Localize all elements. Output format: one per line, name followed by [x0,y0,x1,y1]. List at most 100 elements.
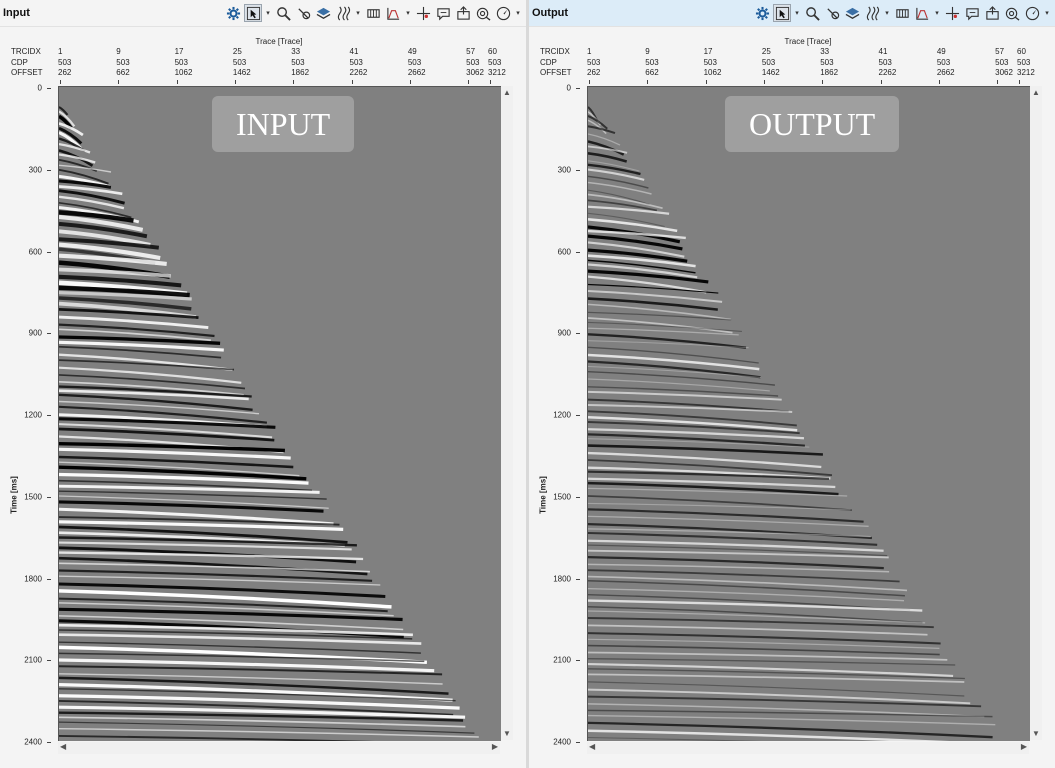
view-all-icon[interactable] [1003,4,1021,22]
wiggle-dropdown-icon[interactable]: ▾ [883,4,891,22]
reflection-event [59,575,381,586]
crosshair-icon[interactable] [943,4,961,22]
trace-axis-title: Trace [Trace] [255,37,303,46]
reflection-event [588,390,782,401]
scroll-right-icon[interactable]: ▶ [492,742,498,751]
wiggle-display-icon[interactable] [334,4,352,22]
header-row-labels: TRCIDX CDP OFFSET [540,47,572,79]
time-tick-label: 0 [37,83,42,93]
time-axis-title: Time [ms] [9,476,19,514]
seismic-section[interactable]: INPUT [58,86,501,741]
trace-tick-trcidx: 9 [116,47,121,56]
settings-icon[interactable] [753,4,771,22]
time-tick-mark [47,578,51,580]
vertical-scrollbar[interactable]: ▲ ▼ [501,86,513,740]
export-image-icon[interactable] [454,4,472,22]
trace-tick-mark [589,80,590,84]
trace-tick-mark [118,80,120,84]
trace-tick-offset: 1862 [820,68,839,77]
trace-tick-cdp: 503 [587,57,601,67]
wiggle-dropdown-icon[interactable]: ▾ [354,4,362,22]
scroll-right-icon[interactable]: ▶ [1021,742,1027,751]
navigation-icon[interactable] [1023,4,1041,22]
header-display-icon[interactable] [364,4,382,22]
pick-icon[interactable] [823,4,841,22]
trace-tick-trcidx: 41 [349,47,359,56]
trace-tick-cdp: 503 [878,57,892,67]
spectrum-dropdown-icon[interactable]: ▾ [933,4,941,22]
select-mode-icon[interactable] [773,4,791,22]
header-display-icon[interactable] [893,4,911,22]
scroll-left-icon[interactable]: ◀ [60,742,66,751]
reflection-event [588,370,775,386]
time-tick-mark [47,415,51,416]
vertical-scrollbar[interactable]: ▲ ▼ [1030,86,1042,740]
trace-tick-cdp: 503 [232,57,247,67]
trace-tick-cdp: 503 [995,57,1009,67]
time-axis: Time [ms] 0 300 600 900 1200 1500 1800 2100 2400 [529,80,585,750]
trace-tick-trcidx: 33 [291,47,301,56]
layers-icon[interactable] [314,4,332,22]
navigation-icon[interactable] [494,4,512,22]
wiggle-display-icon[interactable] [863,4,881,22]
time-tick-label: 1200 [553,410,571,420]
spectrum-dropdown-icon[interactable]: ▾ [404,4,412,22]
scroll-down-icon[interactable]: ▼ [503,729,511,738]
view-all-icon[interactable] [474,4,492,22]
reflection-event [588,555,884,570]
annotation-icon[interactable] [434,4,452,22]
navigation-dropdown-icon[interactable]: ▾ [1043,4,1051,22]
trace-tick-mark [490,80,491,84]
reflection-event [588,569,900,583]
reflection-event [588,709,993,718]
crosshair-icon[interactable] [414,4,432,22]
reflection-event [588,587,905,602]
zoom-icon[interactable] [803,4,821,22]
trace-tick-offset: 3212 [1017,68,1035,77]
zoom-icon[interactable] [274,4,292,22]
trace-axis-title: Trace [Trace] [784,37,832,46]
trace-tick-trcidx: 25 [232,47,242,56]
trace-tick-offset: 1862 [291,68,310,77]
trace-tick-trcidx: 41 [878,47,888,56]
trace-tick-offset: 262 [587,68,601,77]
select-mode-dropdown-icon[interactable]: ▾ [793,4,801,22]
panel-title: Input [3,7,30,19]
settings-icon[interactable] [224,4,242,22]
reflection-event [59,455,294,469]
trace-tick-mark [60,80,61,84]
trace-tick-trcidx: 60 [488,47,497,56]
reflection-event [588,673,965,683]
export-image-icon[interactable] [983,4,1001,22]
trace-tick-cdp: 503 [407,57,422,67]
trace-tick-offset: 662 [645,68,659,77]
amplitude-spectrum-icon[interactable] [384,4,402,22]
time-tick-label: 2400 [553,737,571,747]
trace-tick-cdp: 503 [291,57,305,67]
trace-tick-cdp: 503 [174,57,188,67]
horizontal-scrollbar[interactable]: ◀ ▶ [587,742,1029,754]
section-label: OUTPUT [725,96,900,152]
trace-tick-mark [234,80,236,84]
time-tick-mark [576,660,580,662]
annotation-icon[interactable] [963,4,981,22]
horizontal-scrollbar[interactable]: ◀ ▶ [58,742,500,754]
select-mode-icon[interactable] [244,4,262,22]
layers-icon[interactable] [843,4,861,22]
scroll-up-icon[interactable]: ▲ [1032,88,1040,97]
navigation-dropdown-icon[interactable]: ▾ [514,4,522,22]
trace-tick-trcidx: 49 [936,47,946,56]
amplitude-spectrum-icon[interactable] [913,4,931,22]
trace-tick-cdp: 503 [116,57,130,67]
time-tick-mark [576,578,580,580]
trace-tick-trcidx: 57 [995,47,1005,56]
reflection-event [59,727,479,738]
select-mode-dropdown-icon[interactable]: ▾ [264,4,272,22]
scroll-left-icon[interactable]: ◀ [589,742,595,751]
pick-icon[interactable] [294,4,312,22]
scroll-down-icon[interactable]: ▼ [1032,729,1040,738]
panel-titlebar: Output ▾ ▾ ▾ ▾ [529,0,1055,27]
scroll-up-icon[interactable]: ▲ [503,88,511,97]
trace-tick-trcidx: 25 [761,47,771,56]
seismic-section[interactable]: OUTPUT [587,86,1030,741]
